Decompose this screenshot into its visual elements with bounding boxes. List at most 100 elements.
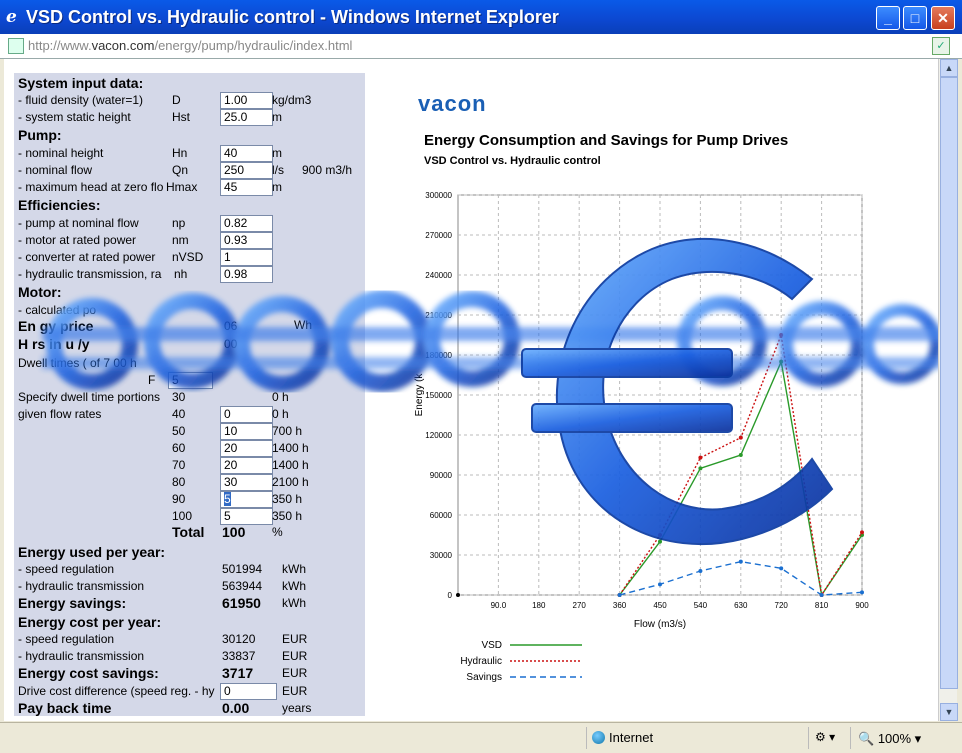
series-point-vsd: [779, 359, 784, 364]
section-system-input: System input data:: [18, 75, 144, 91]
globe-icon: [592, 731, 605, 744]
chart-title: Energy Consumption and Savings for Pump …: [424, 132, 789, 149]
dwell-row: 90 5 350 h: [172, 491, 303, 508]
hydraulic-eff-input[interactable]: 0.98: [220, 266, 273, 283]
dwell-input[interactable]: 10: [220, 423, 273, 440]
zoom-level[interactable]: 🔍 100% ▾: [858, 731, 921, 747]
address-url[interactable]: http://www.vacon.com/energy/pump/hydraul…: [28, 38, 352, 53]
row-energy-savings: Energy savings: 61950 kWh: [18, 595, 306, 611]
series-point-hydraulic: [860, 530, 864, 535]
x-tick-label: 360: [613, 601, 627, 610]
dwell-input[interactable]: 20: [220, 457, 273, 474]
protected-mode-icon[interactable]: ⚙ ▾: [815, 730, 835, 744]
row-dwell-times: Dwell times ( of 7 00 h: [18, 356, 137, 370]
energy-chart: 0 30000 60000 90000 120000 150000 180000 210000…: [414, 191, 869, 683]
series-point-savings: [617, 593, 622, 597]
y-tick-label: 150000: [425, 391, 452, 400]
security-zone: Internet: [592, 730, 653, 745]
row-cost-speed: - speed regulation 30120 EUR: [18, 632, 308, 646]
series-point-hydraulic: [738, 435, 743, 440]
x-tick-label: 720: [775, 601, 789, 610]
input-form-panel: System input data: - fluid density (wate…: [14, 73, 365, 716]
section-energy-used: Energy used per year:: [18, 544, 166, 560]
dwell-header-input[interactable]: 5: [168, 372, 213, 389]
x-tick-label: 180: [532, 601, 546, 610]
series-point-vsd: [698, 466, 703, 471]
status-bar: Internet ⚙ ▾ 🔍 100% ▾: [0, 722, 962, 753]
dwell-input[interactable]: 5: [220, 508, 273, 525]
series-point-savings: [658, 582, 662, 587]
series-point-savings: [698, 569, 703, 573]
series-point-savings: [738, 559, 743, 564]
energy-price-input[interactable]: 06: [220, 318, 273, 335]
legend-label-savings: Savings: [466, 672, 502, 683]
pump-eff-input[interactable]: 0.82: [220, 215, 273, 232]
section-efficiencies: Efficiencies:: [18, 197, 101, 213]
scroll-down-icon[interactable]: ▼: [940, 703, 958, 721]
series-point-savings: [860, 590, 864, 595]
dwell-row: 60 20 1400 h: [172, 440, 309, 457]
dwell-input[interactable]: 30: [220, 474, 273, 491]
compat-view-icon[interactable]: ✓: [932, 37, 950, 55]
window-titlebar: e VSD Control vs. Hydraulic control - Wi…: [0, 0, 962, 34]
legend-label-vsd: VSD: [481, 640, 502, 651]
series-point-savings: [779, 566, 784, 571]
row-drive-cost: Drive cost difference (speed reg. - hy 0…: [18, 683, 308, 700]
y-tick-label: 240000: [425, 271, 452, 280]
row-max-head: - maximum head at zero flo Hmax 45 m: [18, 179, 282, 196]
series-point-savings: [819, 593, 824, 597]
x-tick-label: 270: [573, 601, 587, 610]
static-height-input[interactable]: 25.0: [220, 109, 273, 126]
x-tick-label: 900: [855, 601, 869, 610]
x-tick-label: 450: [653, 601, 667, 610]
origin-point: [456, 593, 460, 597]
drive-cost-input[interactable]: 0: [220, 683, 277, 700]
section-motor: Motor:: [18, 284, 62, 300]
row-pump-eff: - pump at nominal flow np 0.82: [18, 215, 358, 232]
dwell-input[interactable]: 0: [220, 406, 273, 423]
row-energy-price: En gy price 06 Wh: [18, 318, 312, 335]
y-tick-label: 210000: [425, 311, 452, 320]
dwell-input[interactable]: 5: [220, 491, 273, 508]
dwell-row: 100 5 350 h: [172, 508, 303, 525]
row-hydraulic-eff: - hydraulic transmission, ra nh 0.98: [18, 266, 358, 283]
close-button[interactable]: ✕: [931, 6, 955, 30]
section-pump: Pump:: [18, 127, 62, 143]
dwell-row: 80 30 2100 h: [172, 474, 309, 491]
series-point-hydraulic: [698, 455, 703, 460]
row-energy-speed: - speed regulation 501994 kWh: [18, 562, 306, 576]
y-tick-label: 300000: [425, 191, 452, 200]
y-tick-label: 180000: [425, 351, 452, 360]
y-tick-label: 60000: [430, 511, 453, 520]
fluid-density-input[interactable]: 1.00: [220, 92, 273, 109]
chart-subtitle: VSD Control vs. Hydraulic control: [424, 155, 601, 167]
motor-eff-input[interactable]: 0.93: [220, 232, 273, 249]
y-tick-label: 90000: [430, 471, 453, 480]
series-point-vsd: [658, 539, 662, 544]
row-fluid-density: - fluid density (water=1) D 1.00 kg/dm3: [18, 92, 312, 109]
dwell-row: 40 0 0 h: [172, 406, 289, 423]
vertical-scrollbar[interactable]: ▲ ▼: [938, 59, 958, 721]
scroll-up-icon[interactable]: ▲: [940, 59, 958, 77]
row-dwell-header: F 5: [18, 372, 358, 389]
dwell-input[interactable]: 20: [220, 440, 273, 457]
max-head-input[interactable]: 45: [220, 179, 273, 196]
dwell-row: 70 20 1400 h: [172, 457, 309, 474]
converter-eff-input[interactable]: 1: [220, 249, 273, 266]
row-nominal-flow: - nominal flow Qn 250 l/s 900 m3/h: [18, 162, 353, 179]
hours-input[interactable]: 00: [220, 336, 273, 353]
series-point-hydraulic: [658, 533, 662, 537]
ie-logo-icon: e: [6, 7, 17, 27]
row-static-height: - system static height Hst 25.0 m: [18, 109, 282, 126]
scroll-thumb[interactable]: [940, 77, 958, 689]
address-bar[interactable]: http://www.vacon.com/energy/pump/hydraul…: [0, 34, 962, 59]
nominal-flow-input[interactable]: 250: [220, 162, 273, 179]
row-payback: Pay back time 0.00 years: [18, 700, 312, 716]
row-converter-eff: - converter at rated power nVSD 1: [18, 249, 358, 266]
maximize-button[interactable]: □: [903, 6, 927, 30]
row-calculated-power: - calculated po: [18, 303, 97, 317]
nominal-height-input[interactable]: 40: [220, 145, 273, 162]
y-axis-label: Energy (k: [414, 373, 425, 417]
legend-label-hydraulic: Hydraulic: [460, 656, 502, 667]
minimize-button[interactable]: _: [876, 6, 900, 30]
